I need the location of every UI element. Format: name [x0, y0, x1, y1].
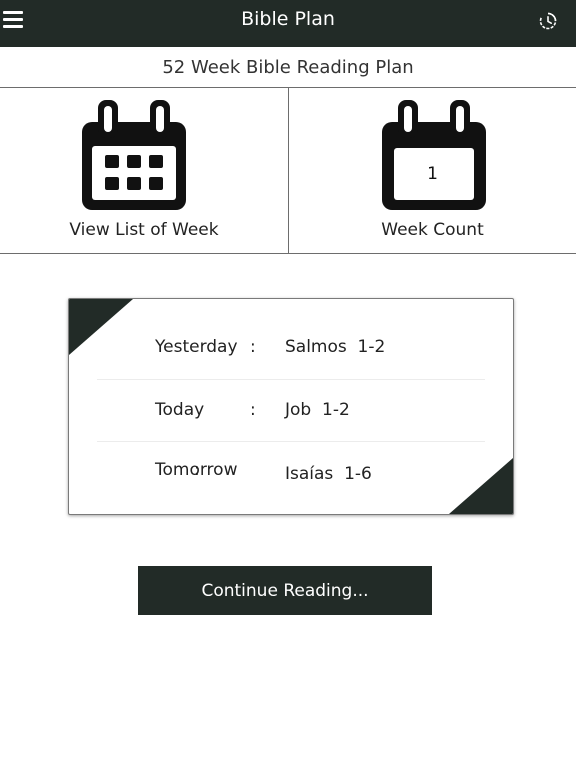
schedule-separator: :: [250, 400, 256, 420]
plan-tiles: View List of Week 1 Week Count: [0, 88, 576, 254]
schedule-row-yesterday: Yesterday : Salmos 1-2: [97, 317, 485, 379]
app-title: Bible Plan: [241, 8, 335, 30]
schedule-day: Today: [155, 400, 205, 420]
schedule-day: Yesterday: [155, 337, 238, 357]
schedule-row-tomorrow: Tomorrow : Isaías 1-6: [97, 441, 485, 503]
schedule-passage: Salmos 1-2: [285, 337, 386, 357]
top-app-bar: Bible Plan: [0, 0, 576, 47]
schedule-passage: Job 1-2: [285, 400, 350, 420]
view-list-of-week-label: View List of Week: [69, 220, 219, 240]
schedule-row-today: Today : Job 1-2: [97, 379, 485, 441]
schedule-separator: :: [250, 337, 256, 357]
week-number: 1: [427, 164, 438, 184]
week-count-label: Week Count: [381, 220, 484, 240]
history-clock-icon[interactable]: [538, 11, 558, 31]
reading-schedule-card: Yesterday : Salmos 1-2 Today : Job 1-2 T…: [68, 298, 514, 515]
schedule-separator: :: [194, 460, 200, 480]
calendar-grid-icon: [78, 100, 190, 212]
calendar-number-icon: [378, 100, 490, 212]
continue-reading-button[interactable]: Continue Reading...: [138, 566, 432, 615]
schedule-passage: Isaías 1-6: [285, 464, 372, 484]
plan-title-bar: 52 Week Bible Reading Plan: [0, 47, 576, 88]
week-count-tile[interactable]: 1 Week Count: [288, 88, 576, 253]
plan-title: 52 Week Bible Reading Plan: [162, 56, 414, 78]
view-list-of-week-tile[interactable]: View List of Week: [0, 88, 288, 253]
